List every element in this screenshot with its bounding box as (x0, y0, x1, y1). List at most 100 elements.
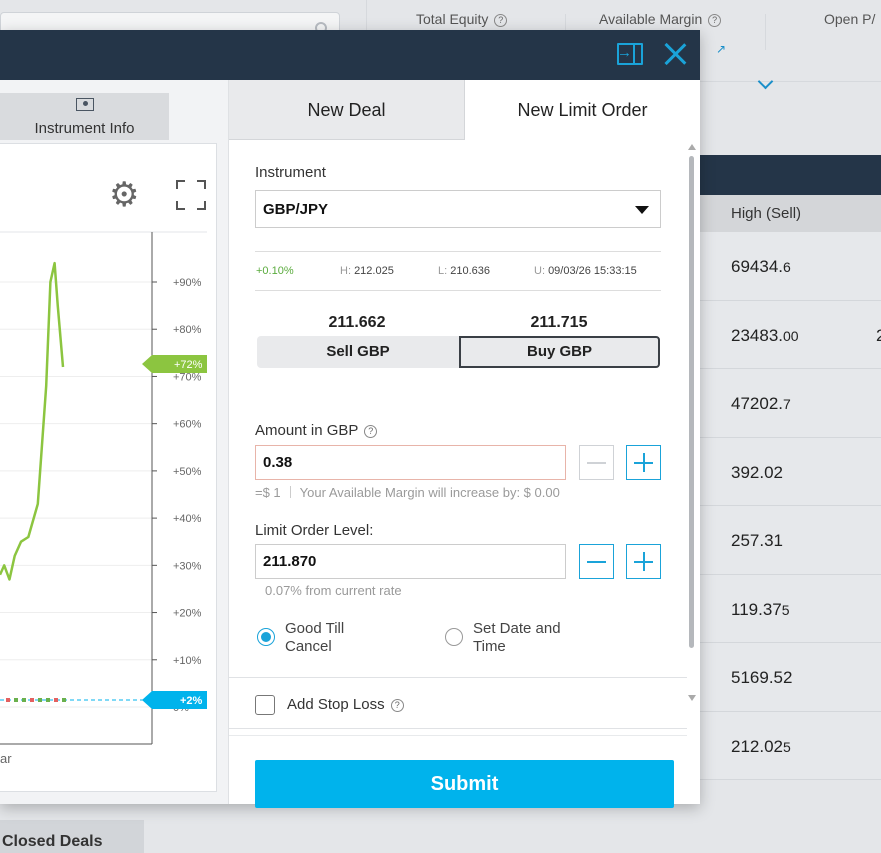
stat-label: Open P/ (824, 11, 876, 27)
close-icon[interactable] (662, 40, 688, 66)
divider (229, 735, 687, 736)
prices-table: 69434.6 23483.00 2 47202.7 392.02 257.31 … (700, 232, 881, 780)
help-icon[interactable]: ? (708, 14, 722, 27)
table-row[interactable]: 23483.00 2 (700, 300, 881, 369)
candle-mark (62, 698, 66, 702)
table-header: High (Sell) (700, 195, 881, 232)
table-row[interactable]: 47202.7 (700, 369, 881, 438)
baseline-label: +2% (180, 695, 203, 707)
cell-value: 5169.52 (731, 668, 793, 687)
candle-mark (22, 698, 26, 702)
tab-closed-deals[interactable]: Closed Deals (0, 820, 144, 853)
candle-mark (30, 698, 34, 702)
table-row[interactable]: 257.31 (700, 506, 881, 575)
table-row[interactable]: 119.375 (700, 574, 881, 643)
amount-decrease-button[interactable] (579, 445, 614, 480)
help-icon[interactable]: ? (364, 425, 378, 438)
candle-mark (54, 698, 58, 702)
table-row[interactable]: 5169.52 (700, 643, 881, 712)
y-tick-label: +80% (173, 324, 202, 336)
radio-set-date-time[interactable] (445, 628, 463, 646)
table-row[interactable]: 212.025 (700, 711, 881, 780)
column-header-high-sell[interactable]: High (Sell) (731, 205, 801, 222)
limit-hint: 0.07% from current rate (265, 583, 402, 598)
candle-mark (38, 698, 42, 702)
chart-area: +90%+80%+70%+60%+50%+40%+30%+20%+10%0%+7… (0, 143, 217, 792)
gear-icon[interactable]: ⚙ (109, 178, 139, 212)
radio-good-till-cancel[interactable] (257, 628, 275, 646)
help-icon[interactable]: ? (390, 699, 404, 712)
candle-mark (46, 698, 50, 702)
instrument-value: GBP/JPY (263, 201, 329, 218)
y-tick-label: +70% (173, 371, 202, 383)
amount-input[interactable] (263, 454, 553, 471)
caret-down-icon (635, 206, 649, 214)
scrollbar-thumb[interactable] (689, 156, 694, 648)
chart-panel: Instrument Info +90% +80% +70% +60% +50% +40%… (0, 80, 229, 804)
scroll-up-arrow-icon[interactable] (688, 144, 696, 150)
y-tick-label: +90% (173, 277, 202, 289)
updated-stat: U: 09/03/26 15:33:15 (534, 265, 637, 277)
submit-button[interactable]: Submit (255, 760, 674, 808)
limit-order-form: Instrument GBP/JPY +0.10% H: 212.025 L: … (229, 140, 700, 808)
tab-label: Instrument Info (34, 120, 135, 137)
tab-new-deal[interactable]: New Deal (229, 80, 465, 140)
scrollbar[interactable] (687, 142, 696, 702)
limit-level-field[interactable] (255, 544, 566, 579)
x-tick-label: ar (0, 751, 12, 766)
tab-new-limit-order[interactable]: New Limit Order (465, 80, 700, 140)
cell-value: 69434.6 (731, 257, 791, 276)
margin-link[interactable]: 0↗ (716, 42, 726, 56)
tab-instrument-info[interactable]: Instrument Info (0, 93, 169, 140)
dock-panel-icon[interactable] (617, 43, 643, 65)
buy-price: 211.715 (530, 314, 588, 331)
instrument-label: Instrument (255, 164, 326, 181)
table-row[interactable]: 392.02 (700, 437, 881, 506)
limit-decrease-button[interactable] (579, 544, 614, 579)
table-toolbar (700, 155, 881, 195)
table-row[interactable]: 69434.6 (700, 232, 881, 301)
instrument-select[interactable]: GBP/JPY (255, 190, 661, 228)
cell-value-cut: 2 (876, 325, 881, 345)
radio-gtc-label[interactable]: Good Till Cancel (285, 620, 344, 656)
stat-label: Total Equity (416, 11, 489, 27)
scroll-down-arrow-icon[interactable] (688, 695, 696, 701)
low-stat: L: 210.636 (438, 265, 491, 277)
divider (229, 728, 687, 729)
amount-increase-button[interactable] (626, 445, 661, 480)
change-percent: +0.10% (256, 265, 294, 277)
fullscreen-icon[interactable] (176, 180, 206, 210)
stop-loss-checkbox[interactable] (255, 695, 275, 715)
y-tick-label: +10% (173, 655, 202, 667)
buy-button[interactable]: Buy GBP (459, 336, 660, 368)
presentation-chart-icon (76, 98, 94, 111)
cell-value: 212.025 (731, 736, 791, 756)
amount-hint: =$ 1 Your Available Margin will increase … (255, 485, 560, 500)
radio-date-label[interactable]: Set Date and Time (473, 620, 561, 656)
order-dialog: Instrument Info +90% +80% +70% +60% +50% +40%… (0, 30, 700, 808)
stat-available-margin: Available Margin ? (599, 11, 722, 27)
cell-value: 257.31 (731, 531, 783, 550)
amount-field[interactable] (255, 445, 566, 480)
current-value-label: +72% (174, 359, 203, 371)
candle-mark (14, 698, 18, 702)
stat-open-pl: Open P/ (824, 11, 875, 27)
candle-mark (6, 698, 10, 702)
order-tabs: New Deal New Limit Order (229, 80, 700, 140)
limit-level-input[interactable] (263, 553, 553, 570)
instrument-stats: +0.10% H: 212.025 L: 210.636 U: 09/03/26… (255, 251, 661, 291)
amount-label: Amount in GBP ? (255, 422, 378, 439)
divider (229, 677, 687, 678)
limit-level-label: Limit Order Level: (255, 522, 374, 539)
limit-increase-button[interactable] (626, 544, 661, 579)
help-icon[interactable]: ? (494, 14, 508, 27)
cell-value: 392.02 (731, 462, 783, 482)
cell-value: 23483.00 (731, 325, 799, 345)
stop-loss-label[interactable]: Add Stop Loss ? (287, 696, 404, 713)
price-line (0, 261, 65, 581)
sell-button[interactable]: Sell GBP (257, 336, 459, 368)
stat-total-equity: Total Equity ? (416, 11, 508, 27)
divider (765, 14, 766, 50)
y-tick-label: +40% (173, 513, 202, 525)
price-chart[interactable]: +90%+80%+70%+60%+50%+40%+30%+20%+10%0%+7… (0, 144, 217, 793)
